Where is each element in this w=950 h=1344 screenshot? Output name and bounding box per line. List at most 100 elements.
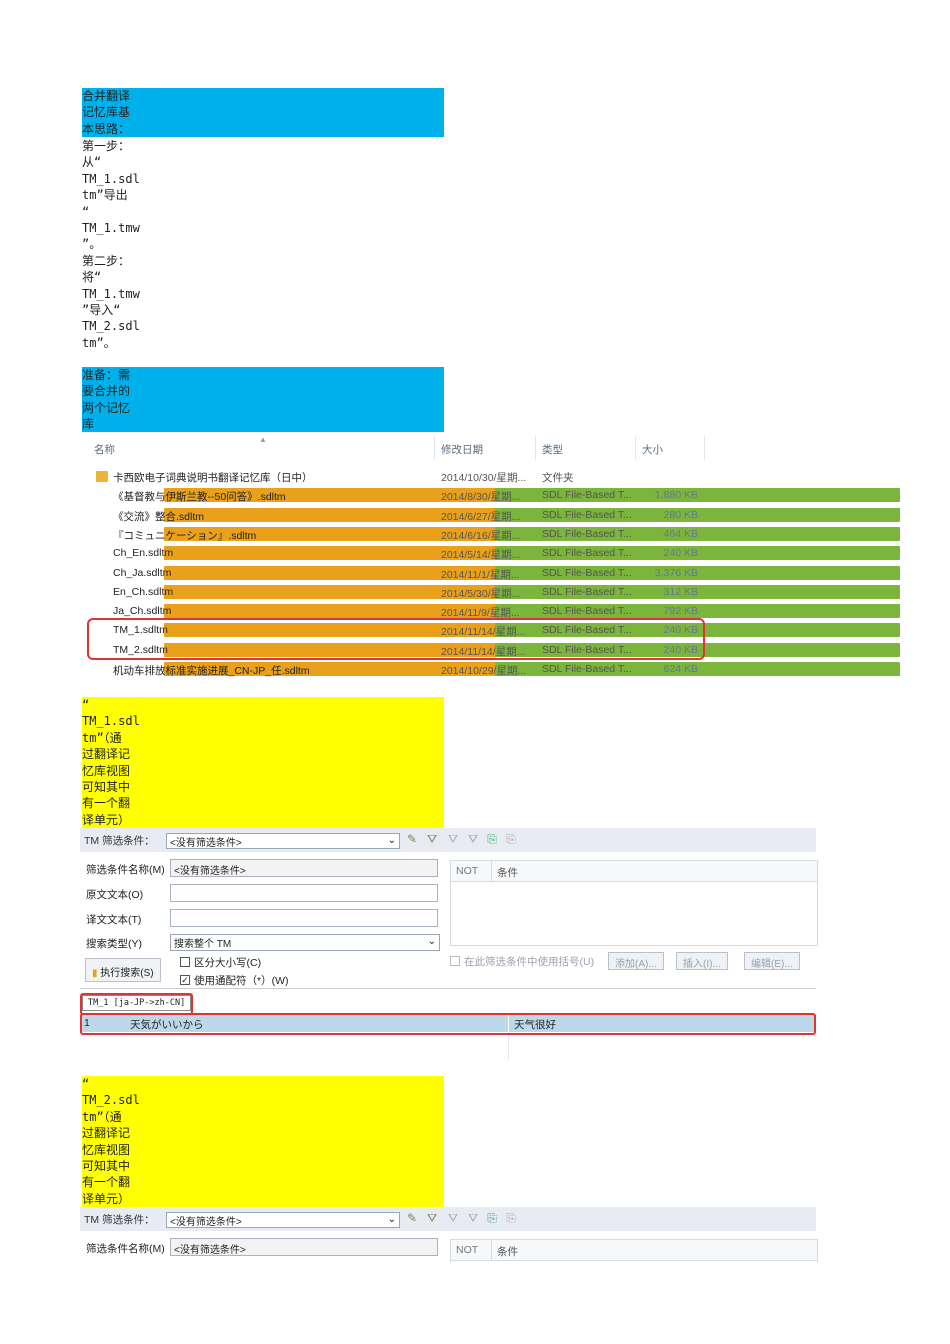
column-header-date[interactable]: 修改日期 (441, 442, 483, 457)
preparation-note: 准备：需 要合并的 两个记忆库 (82, 367, 444, 432)
tm2-note: “ TM_2.sdl tm”（通 过翻译记 忆库视图 可知其中 有一个翻 译单元） (82, 1076, 444, 1207)
column-divider[interactable] (635, 436, 636, 460)
file-row[interactable]: En_Ch.sdltm 2014/5/30/星期... SDL File-Based… (84, 583, 900, 602)
file-row[interactable]: 《交流》整合.sdltm 2014/6/27/星期... SDL File-Base… (84, 506, 900, 525)
wildcard-label: 使用通配符（*）(W) (194, 975, 289, 987)
column-header-type[interactable]: 类型 (542, 442, 563, 457)
note-line: 忆库视图 (82, 1142, 131, 1157)
column-header-size[interactable]: 大小 (642, 442, 663, 457)
step-line: 将“ (82, 270, 102, 285)
import-icon[interactable]: ⎘ (485, 1211, 499, 1225)
intro-note: 合并翻译 记忆库基 本思路： (82, 88, 444, 137)
step-line: tm”。 (82, 335, 116, 350)
filter-edit-icon[interactable]: ⛛ (446, 832, 460, 846)
filter-delete-icon[interactable]: ⛛ (466, 1211, 480, 1225)
file-name: 机动车排放标准实施进展_CN-JP_任.sdltm (113, 665, 310, 677)
parentheses-checkbox[interactable] (450, 956, 460, 966)
run-search-label: 执行搜索(S) (100, 968, 154, 979)
note-line: 译单元） (82, 1191, 131, 1206)
filter-name-value: <没有筛选条件> (174, 1245, 246, 1256)
filter-edit-icon[interactable]: ⛛ (446, 1211, 460, 1225)
highlight-box-tab (80, 993, 193, 1015)
filter-name-value: <没有筛选条件> (174, 866, 246, 877)
file-type: SDL File-Based T... (542, 508, 632, 521)
note-line: “ (82, 1077, 90, 1091)
filter-icon[interactable]: ⛛ (425, 1211, 439, 1225)
highlight-box-segment (80, 1013, 816, 1035)
file-row[interactable]: 机动车排放标准实施进展_CN-JP_任.sdltm 2014/10/29/星期..… (84, 660, 900, 679)
new-filter-icon[interactable]: ✎ (405, 832, 419, 846)
search-type-select[interactable]: 搜索整个 TM ⌄ (170, 934, 440, 951)
column-divider[interactable] (535, 436, 536, 460)
column-divider (491, 1240, 492, 1260)
case-checkbox[interactable] (180, 957, 190, 967)
tm-file-icon (164, 546, 900, 561)
filter-toolbar: TM 筛选条件： <没有筛选条件> ⌄ ✎ ⛛ ⛛ ⛛ ⎘ ⎘ (80, 1207, 816, 1231)
column-divider[interactable] (434, 436, 435, 460)
file-name: 《基督教与伊斯兰教--50问答》.sdltm (113, 491, 286, 504)
case-label: 区分大小写(C) (194, 957, 262, 969)
file-date: 2014/5/30/星期... (441, 587, 521, 600)
filter-name-label: 筛选条件名称(M) (86, 864, 165, 876)
note-line: TM_1.sdl (82, 714, 140, 729)
target-text-input[interactable] (170, 909, 438, 927)
note-line: 两个记忆 (82, 400, 131, 415)
file-explorer: ▲ 名称 修改日期 类型 大小 卡西欧电子词典说明书翻译记忆库（日中） 2014/… (84, 432, 900, 686)
file-date: 2014/10/30/星期... (441, 472, 527, 484)
condition-column: 条件 (497, 867, 518, 879)
file-date: 2014/5/14/星期... (441, 549, 521, 562)
filter-select[interactable]: <没有筛选条件> ⌄ (166, 1212, 400, 1228)
insert-button[interactable]: 插入(I)... (676, 952, 728, 970)
file-row[interactable]: Ch_En.sdltm 2014/5/14/星期... SDL File-Based… (84, 544, 900, 563)
file-size: 312 KB (663, 585, 698, 598)
filter-icon[interactable]: ⛛ (425, 832, 439, 846)
note-line: 库 (82, 417, 95, 432)
folder-icon (96, 471, 108, 482)
column-divider[interactable] (704, 436, 705, 460)
export-icon[interactable]: ⎘ (504, 832, 518, 846)
run-search-button[interactable]: ▮ 执行搜索(S) (85, 958, 161, 982)
condition-panel: NOT 条件 (450, 860, 818, 946)
filter-delete-icon[interactable]: ⛛ (466, 832, 480, 846)
filter-name-label: 筛选条件名称(M) (86, 1243, 165, 1255)
note-line: tm”（通 (82, 730, 122, 745)
file-type: SDL File-Based T... (542, 527, 632, 540)
add-button[interactable]: 添加(A)... (608, 952, 664, 970)
condition-header: NOT 条件 (451, 1240, 817, 1261)
file-size: 240 KB (663, 547, 698, 560)
step-line: TM_2.sdl (82, 319, 140, 334)
filter-name-field[interactable]: <没有筛选条件> (170, 859, 438, 877)
new-filter-icon[interactable]: ✎ (405, 1211, 419, 1225)
file-row[interactable]: 『コミュニケーション』.sdltm 2014/6/16/星期... SDL File… (84, 525, 900, 544)
note-line: 合并翻译 (82, 89, 131, 103)
export-icon[interactable]: ⎘ (504, 1211, 518, 1225)
tm-file-icon (164, 604, 900, 619)
step-line: tm”导出 (82, 188, 128, 203)
source-text-input[interactable] (170, 884, 438, 902)
step-line: TM_1.sdl (82, 171, 140, 186)
file-size: 464 KB (663, 527, 698, 540)
file-name: Ja_Ch.sdltm (113, 605, 172, 618)
file-row[interactable]: Ch_Ja.sdltm 2014/11/1/星期... SDL File-Based… (84, 564, 900, 583)
column-header-name[interactable]: 名称 (94, 442, 115, 457)
highlight-box-tm-files (87, 618, 705, 660)
condition-column: 条件 (497, 1246, 518, 1258)
step-line: 从“ (82, 155, 102, 170)
import-icon[interactable]: ⎘ (485, 832, 499, 846)
file-size: 1,880 KB (654, 489, 698, 502)
file-name: Ch_Ja.sdltm (113, 566, 172, 579)
note-line: TM_2.sdl (82, 1093, 140, 1108)
note-line: 可知其中 (82, 1158, 131, 1173)
edit-button[interactable]: 编辑(E)... (744, 952, 800, 970)
wildcard-checkbox[interactable]: ✓ (180, 975, 190, 985)
file-row[interactable]: 《基督教与伊斯兰教--50问答》.sdltm 2014/8/30/星期... SDL… (84, 486, 900, 505)
divider (80, 988, 816, 989)
filter-name-field[interactable]: <没有筛选条件> (170, 1238, 438, 1256)
note-line: 过翻译记 (82, 1126, 131, 1141)
tm-file-icon (164, 526, 900, 541)
file-type: SDL File-Based T... (542, 663, 632, 675)
file-type: SDL File-Based T... (542, 585, 632, 598)
file-name: 卡西欧电子词典说明书翻译记忆库（日中） (113, 472, 313, 484)
file-row[interactable]: 卡西欧电子词典说明书翻译记忆库（日中） 2014/10/30/星期... 文件夹 (84, 467, 704, 486)
filter-select[interactable]: <没有筛选条件> ⌄ (166, 833, 400, 849)
